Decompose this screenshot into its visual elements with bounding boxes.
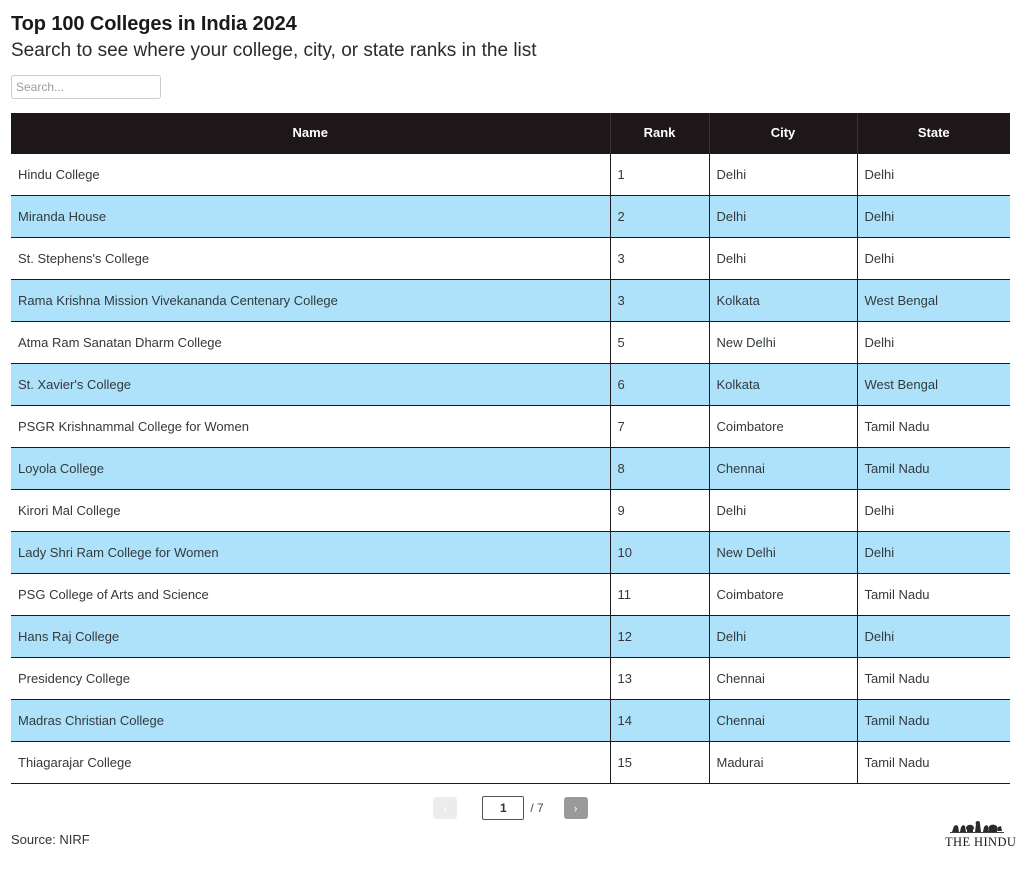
table-cell-state: Tamil Nadu	[856, 404, 1010, 447]
table-cell-name: Miranda House	[11, 194, 610, 237]
table-cell-rank: 10	[609, 530, 709, 573]
table-cell-city: Kolkata	[708, 362, 857, 405]
table-body: Hindu College 1 Delhi Delhi Miranda House 2 De…	[11, 152, 1010, 784]
table-cell-rank: 1	[609, 152, 709, 195]
table-row[interactable]: Atma Ram Sanatan Dharm College 5 New Delhi…	[11, 320, 1010, 363]
table-row[interactable]: Thiagarajar College 15 Madurai Tamil Nadu	[11, 740, 1010, 784]
table-header: Name Rank City State	[11, 113, 1010, 153]
table-cell-rank: 3	[609, 278, 709, 321]
table-cell-state: West Bengal	[856, 362, 1010, 405]
table-cell-rank: 3	[609, 236, 709, 279]
table-cell-city: Madurai	[708, 740, 857, 784]
column-header-city[interactable]: City	[708, 113, 857, 153]
table-row[interactable]: Hindu College 1 Delhi Delhi	[11, 152, 1010, 195]
table-row[interactable]: Loyola College 8 Chennai Tamil Nadu	[11, 446, 1010, 489]
rankings-table: Name Rank City State Hindu College 1 Delhi…	[11, 113, 1010, 784]
table-cell-rank: 6	[609, 362, 709, 405]
table-cell-rank: 14	[609, 698, 709, 741]
table-cell-city: Chennai	[708, 446, 857, 489]
column-header-state[interactable]: State	[856, 113, 1010, 153]
table-cell-name: Atma Ram Sanatan Dharm College	[11, 320, 610, 363]
table-cell-rank: 5	[609, 320, 709, 363]
table-cell-city: Coimbatore	[708, 404, 857, 447]
table-cell-state: Delhi	[856, 488, 1010, 531]
logo-wordmark: THE HINDU	[945, 835, 1017, 849]
table-cell-city: Chennai	[708, 656, 857, 699]
table-cell-name: PSGR Krishnammal College for Women	[11, 404, 610, 447]
table-cell-name: Thiagarajar College	[11, 740, 610, 784]
table-cell-state: Tamil Nadu	[856, 698, 1010, 741]
rankings-table-container: Name Rank City State Hindu College 1 Delhi…	[11, 113, 1010, 820]
page-subtitle: Search to see where your college, city, …	[11, 40, 537, 61]
page-container: Top 100 Colleges in India 2024 Search to…	[0, 0, 1020, 874]
table-cell-rank: 9	[609, 488, 709, 531]
table-cell-name: Loyola College	[11, 446, 610, 489]
table-row[interactable]: Rama Krishna Mission Vivekananda Centena…	[11, 278, 1010, 321]
table-header-row: Name Rank City State	[11, 113, 1010, 153]
table-cell-rank: 7	[609, 404, 709, 447]
table-cell-name: Hindu College	[11, 152, 610, 195]
page-number-input[interactable]	[482, 795, 525, 820]
table-cell-state: Delhi	[856, 530, 1010, 573]
table-cell-city: Coimbatore	[708, 572, 857, 615]
table-cell-name: Kirori Mal College	[11, 488, 610, 531]
column-header-rank[interactable]: Rank	[609, 113, 709, 153]
table-row[interactable]: Lady Shri Ram College for Women 10 New Del…	[11, 530, 1010, 573]
column-header-name[interactable]: Name	[11, 113, 610, 153]
table-cell-state: Delhi	[856, 320, 1010, 363]
table-cell-rank: 12	[609, 614, 709, 657]
the-hindu-logo: THE HINDU	[945, 820, 1017, 849]
table-cell-city: Delhi	[708, 152, 857, 195]
source-label: Source: NIRF	[11, 832, 90, 847]
table-cell-state: West Bengal	[856, 278, 1010, 321]
table-cell-city: Delhi	[708, 614, 857, 657]
table-cell-rank: 13	[609, 656, 709, 699]
table-cell-state: Tamil Nadu	[856, 572, 1010, 615]
next-page-button[interactable]: ›	[563, 796, 588, 819]
table-cell-city: Delhi	[708, 194, 857, 237]
table-cell-name: Lady Shri Ram College for Women	[11, 530, 610, 573]
table-row[interactable]: Hans Raj College 12 Delhi Delhi	[11, 614, 1010, 657]
table-cell-name: Madras Christian College	[11, 698, 610, 741]
table-cell-name: St. Stephens's College	[11, 236, 610, 279]
table-cell-city: Delhi	[708, 236, 857, 279]
table-row[interactable]: PSG College of Arts and Science 11 Coimbat…	[11, 572, 1010, 615]
table-row[interactable]: Kirori Mal College 9 Delhi Delhi	[11, 488, 1010, 531]
table-cell-rank: 2	[609, 194, 709, 237]
table-cell-rank: 15	[609, 740, 709, 784]
previous-page-button[interactable]: ‹	[433, 796, 458, 819]
table-cell-state: Tamil Nadu	[856, 446, 1010, 489]
table-row[interactable]: St. Xavier's College 6 Kolkata West Bengal	[11, 362, 1010, 405]
table-cell-state: Delhi	[856, 152, 1010, 195]
table-cell-name: PSG College of Arts and Science	[11, 572, 610, 615]
masthead-emblem-icon	[950, 821, 1004, 833]
table-cell-city: New Delhi	[708, 530, 857, 573]
table-row[interactable]: Presidency College 13 Chennai Tamil Nadu	[11, 656, 1010, 699]
table-row[interactable]: Madras Christian College 14 Chennai Tamil N…	[11, 698, 1010, 741]
table-cell-name: Hans Raj College	[11, 614, 610, 657]
table-row[interactable]: St. Stephens's College 3 Delhi Delhi	[11, 236, 1010, 279]
table-cell-state: Tamil Nadu	[856, 740, 1010, 784]
page-title: Top 100 Colleges in India 2024	[11, 13, 297, 35]
table-cell-name: St. Xavier's College	[11, 362, 610, 405]
pagination-controls: ‹ / 7 ›	[11, 795, 1010, 820]
search-container	[0, 63, 1020, 99]
search-input[interactable]	[11, 75, 161, 99]
table-cell-name: Rama Krishna Mission Vivekananda Centena…	[11, 278, 610, 321]
table-row[interactable]: Miranda House 2 Delhi Delhi	[11, 194, 1010, 237]
table-cell-city: Chennai	[708, 698, 857, 741]
table-cell-state: Delhi	[856, 236, 1010, 279]
footer: Source: NIRF THE HINDU	[0, 818, 1020, 874]
table-cell-state: Tamil Nadu	[856, 656, 1010, 699]
total-pages-label: / 7	[530, 800, 544, 815]
table-row[interactable]: PSGR Krishnammal College for Women 7 Coimb…	[11, 404, 1010, 447]
table-cell-city: Delhi	[708, 488, 857, 531]
table-cell-rank: 8	[609, 446, 709, 489]
table-cell-rank: 11	[609, 572, 709, 615]
table-cell-city: New Delhi	[708, 320, 857, 363]
table-cell-city: Kolkata	[708, 278, 857, 321]
table-cell-name: Presidency College	[11, 656, 610, 699]
table-cell-state: Delhi	[856, 194, 1010, 237]
table-cell-state: Delhi	[856, 614, 1010, 657]
